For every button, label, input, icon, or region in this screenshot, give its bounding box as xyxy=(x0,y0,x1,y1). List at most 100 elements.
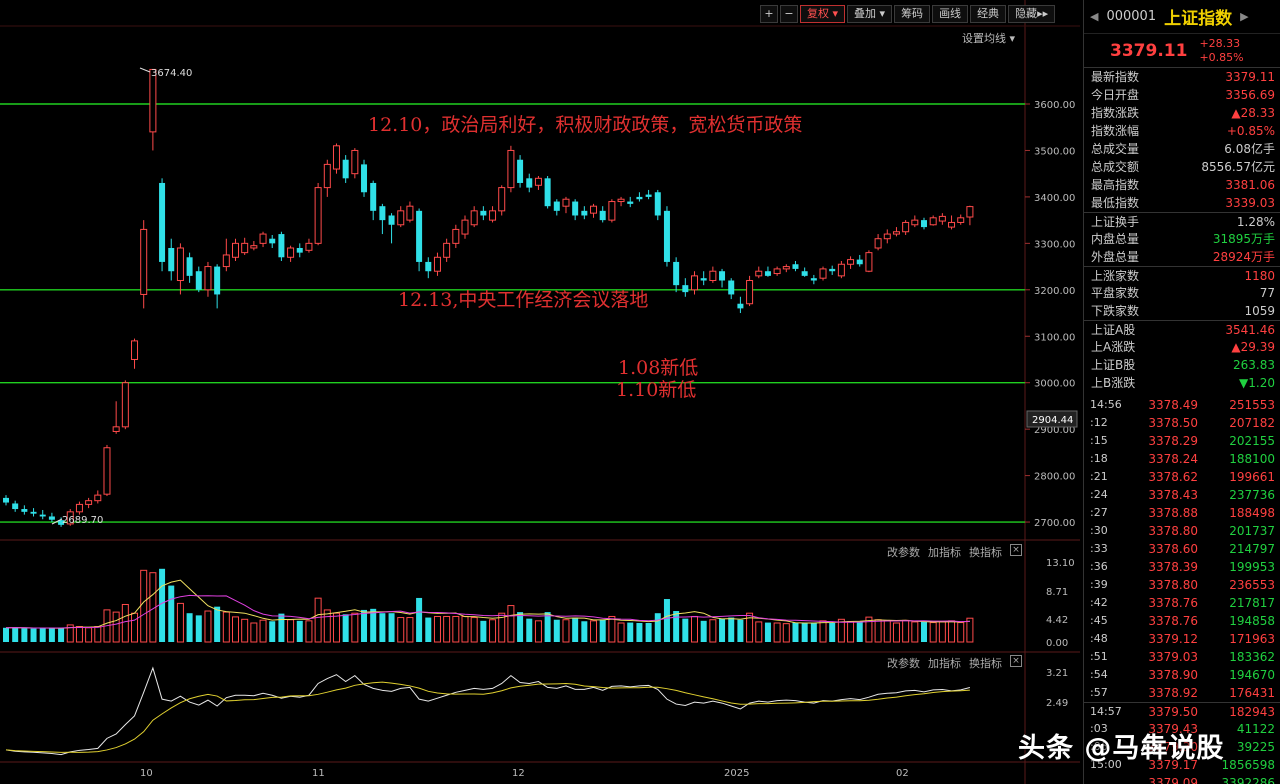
candle-body xyxy=(581,210,588,216)
quote-field-value: ▲28.33 xyxy=(1231,106,1275,120)
candle-body xyxy=(140,228,148,295)
quote-field-label: 指数涨幅 xyxy=(1091,124,1140,138)
add-indicator-button[interactable]: 加指标 xyxy=(928,655,961,671)
volume-bar xyxy=(581,621,588,642)
volume-bar xyxy=(737,619,744,642)
change-value: +28.33 xyxy=(1199,36,1241,50)
tick-price: 3378.60 xyxy=(1148,542,1198,556)
volume-bars xyxy=(3,568,974,643)
volume-bar xyxy=(572,617,579,642)
candle-body xyxy=(755,270,763,277)
quote-field-label: 上证B股 xyxy=(1091,358,1136,372)
candle-body xyxy=(921,220,927,228)
ma-settings-button[interactable]: 设置均线 ▾ xyxy=(962,30,1015,46)
zoom-out-button[interactable]: − xyxy=(780,5,798,23)
volume-bar xyxy=(287,619,295,643)
tick-volume: 171963 xyxy=(1229,632,1275,646)
price-axis-label: 3200.00 xyxy=(1034,286,1075,297)
candle-body xyxy=(553,201,560,211)
tick-volume: 3392286 xyxy=(1221,776,1275,784)
candle-body xyxy=(85,500,93,505)
tick-volume: 217817 xyxy=(1229,596,1275,610)
quote-field-value: 31895万手 xyxy=(1212,232,1275,246)
tick-row: :51 3379.03 183362 xyxy=(1084,648,1280,666)
volume-bar xyxy=(544,612,551,642)
tick-row: :12 3378.50 207182 xyxy=(1084,414,1280,432)
tick-row: :57 3378.92 176431 xyxy=(1084,684,1280,702)
tick-price: 3378.49 xyxy=(1148,398,1198,412)
zoom-in-button[interactable]: + xyxy=(760,5,778,23)
adjust-label: 复权 xyxy=(807,7,829,20)
candle-body xyxy=(48,516,55,520)
chips-button[interactable]: 筹码 xyxy=(894,5,931,23)
swap-indicator-button[interactable]: 换指标 xyxy=(969,655,1002,671)
close-icon[interactable]: × xyxy=(1010,655,1022,667)
prev-arrow-icon[interactable]: ◀ xyxy=(1090,10,1098,23)
volume-bar xyxy=(608,615,616,643)
tick-time: :42 xyxy=(1090,596,1108,609)
volume-axis-label: 8.71 xyxy=(1046,587,1068,598)
candle-body xyxy=(470,210,478,226)
kline-chart-area[interactable]: 3600.00 3500.00 3400.00 3300.00 3200.00 3100.… xyxy=(0,0,1080,784)
volume-bar xyxy=(259,619,267,643)
candle-body xyxy=(342,159,349,179)
adjust-button[interactable]: 复权 ▾ xyxy=(800,5,846,23)
volume-bar xyxy=(773,622,781,643)
quote-field-row: 上涨家数 1180 xyxy=(1084,266,1280,284)
volume-bar xyxy=(94,626,102,643)
volume-axis-label: 4.42 xyxy=(1046,615,1068,626)
candle-body xyxy=(75,503,83,513)
quote-field-row: 上A涨跌 ▲29.39 xyxy=(1084,338,1280,356)
hide-label: 隐藏 xyxy=(1015,7,1038,20)
volume-bar xyxy=(186,613,193,642)
quote-field-value: 8556.57亿元 xyxy=(1201,160,1275,174)
classic-button[interactable]: 经典 xyxy=(970,5,1007,23)
volume-bar xyxy=(452,615,460,643)
candle-body xyxy=(296,247,303,253)
volume-bar xyxy=(590,620,598,643)
tick-price: 3378.88 xyxy=(1148,506,1198,520)
candle-body xyxy=(222,254,230,268)
hide-button[interactable]: 隐藏▸▸ xyxy=(1008,5,1056,23)
tick-volume: 251553 xyxy=(1229,398,1275,412)
tick-time: :15 xyxy=(1090,434,1108,447)
time-axis-label: 11 xyxy=(312,768,325,779)
price-axis-label: 3400.00 xyxy=(1034,193,1075,204)
volume-bar xyxy=(801,623,808,642)
change-params-button[interactable]: 改参数 xyxy=(887,544,920,560)
candle-body xyxy=(792,264,799,269)
tick-time: :30 xyxy=(1090,524,1108,537)
swap-indicator-button[interactable]: 换指标 xyxy=(969,544,1002,560)
candle-body xyxy=(608,201,616,221)
axes: 3600.00 3500.00 3400.00 3300.00 3200.00 3100.… xyxy=(51,67,1075,779)
chevron-down-icon: ▾ xyxy=(832,7,839,20)
candle-body xyxy=(865,252,873,272)
overlay-button[interactable]: 叠加 ▾ xyxy=(847,5,893,23)
tick-time: :39 xyxy=(1090,578,1108,591)
candle-body xyxy=(278,234,285,258)
candle-body xyxy=(810,278,817,281)
candle-body xyxy=(269,238,276,244)
add-indicator-button[interactable]: 加指标 xyxy=(928,544,961,560)
volume-bar xyxy=(176,602,184,643)
candle-body xyxy=(673,261,680,286)
quote-field-value: 1180 xyxy=(1244,269,1275,283)
volume-bar xyxy=(425,617,432,642)
volume-bar xyxy=(709,619,717,643)
volume-bar xyxy=(553,619,560,642)
tick-time: :27 xyxy=(1090,506,1108,519)
candle-body xyxy=(416,210,423,262)
chevron-down-icon: ▾ xyxy=(879,7,886,20)
quote-field-label: 上涨家数 xyxy=(1091,269,1140,283)
tick-volume: 201737 xyxy=(1229,524,1275,538)
next-arrow-icon[interactable]: ▶ xyxy=(1240,10,1248,23)
quote-field-value: 3339.03 xyxy=(1225,196,1275,210)
draw-line-button[interactable]: 画线 xyxy=(932,5,969,23)
volume-bar xyxy=(829,623,836,642)
candle-body xyxy=(498,187,506,212)
candle-body xyxy=(526,178,533,188)
change-params-button[interactable]: 改参数 xyxy=(887,655,920,671)
app-window: 3600.00 3500.00 3400.00 3300.00 3200.00 3100.… xyxy=(0,0,1280,784)
close-icon[interactable]: × xyxy=(1010,544,1022,556)
quote-field-row: 总成交量 6.08亿手 xyxy=(1084,140,1280,158)
